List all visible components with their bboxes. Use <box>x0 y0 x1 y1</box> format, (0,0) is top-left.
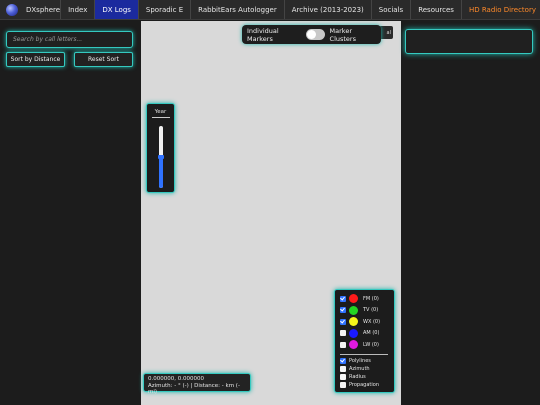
year-slider[interactable] <box>158 126 164 188</box>
tab-socials[interactable]: Socials <box>370 0 410 19</box>
legend-band-label: TV (0) <box>363 307 379 314</box>
tab-archive[interactable]: Archive (2013-2023) <box>283 0 371 19</box>
info-panel <box>405 29 533 54</box>
tab-rabbitears-autologger[interactable]: RabbitEars Autologger <box>190 0 284 19</box>
legend-band-checkbox[interactable] <box>340 330 346 337</box>
brand-name: DXsphere <box>26 5 61 14</box>
legend-band-row: LW (0) <box>340 339 389 351</box>
legend-band-row: WX (0) <box>340 316 389 328</box>
hidden-button-edge[interactable]: al <box>379 26 393 39</box>
legend-option-row: Propagation <box>340 381 389 389</box>
top-nav: DXsphere Index DX Logs Sporadic E Rabbit… <box>0 0 540 20</box>
legend-band-label: WX (0) <box>363 318 381 325</box>
legend-color-dot <box>349 328 358 338</box>
globe-icon <box>6 3 18 16</box>
marker-clusters-label: Marker Clusters <box>329 26 356 43</box>
legend-band-checkbox[interactable] <box>340 318 346 325</box>
legend-option-checkbox[interactable] <box>340 365 346 372</box>
legend-band-label: LW (0) <box>363 341 379 348</box>
legend-band-row: TV (0) <box>340 305 389 317</box>
year-slider-thumb[interactable] <box>158 155 164 159</box>
legend-option-checkbox[interactable] <box>340 373 346 380</box>
legend-band-row: FM (0) <box>340 293 389 305</box>
legend-band-checkbox[interactable] <box>340 341 346 348</box>
individual-markers-label: Individual Markers <box>247 26 279 43</box>
legend-color-dot <box>349 340 358 350</box>
azimuth-distance-text: Azimuth: - ° (-) | Distance: - km (- mi) <box>148 382 240 396</box>
legend-band-label: FM (0) <box>363 295 379 302</box>
legend-divider <box>340 353 388 355</box>
year-divider <box>151 117 170 118</box>
tab-sporadic-e[interactable]: Sporadic E <box>137 0 190 19</box>
legend-band-checkbox[interactable] <box>340 307 346 314</box>
legend-option-checkbox[interactable] <box>340 381 346 388</box>
legend-color-dot <box>349 305 358 315</box>
marker-mode-switch[interactable] <box>306 29 325 40</box>
legend-band-row: AM (0) <box>340 328 389 340</box>
legend-option-label: Radius <box>349 373 366 380</box>
map-area[interactable]: al Individual Markers Marker Clusters Ye… <box>141 21 401 405</box>
legend-band-checkbox[interactable] <box>340 295 346 302</box>
tab-hd-radio-directory[interactable]: HD Radio Directory <box>460 0 540 19</box>
legend-band-label: AM (0) <box>363 330 380 337</box>
brand[interactable]: DXsphere <box>0 0 60 19</box>
year-label: Year <box>154 109 167 115</box>
legend-option-label: Propagation <box>349 381 379 388</box>
legend-panel: FM (0) TV (0) WX (0) AM (0) LW (0) Polylines… <box>334 289 395 393</box>
right-sidebar <box>401 21 540 405</box>
reset-sort-button[interactable]: Reset Sort <box>74 52 133 67</box>
legend-option-label: Polylines <box>349 357 371 364</box>
legend-color-dot <box>349 317 358 327</box>
search-input[interactable]: Search by call letters... <box>6 31 133 48</box>
coordinates-readout: 0.000000, 0.000000 Azimuth: - ° (-) | Di… <box>143 373 251 395</box>
tab-dx-logs[interactable]: DX Logs <box>94 0 138 19</box>
legend-color-dot <box>349 294 358 304</box>
legend-option-checkbox[interactable] <box>340 357 346 364</box>
year-panel: Year <box>146 103 175 193</box>
legend-option-row: Azimuth <box>340 365 389 373</box>
legend-option-label: Azimuth <box>349 365 370 372</box>
left-sidebar: Search by call letters... Sort by Distan… <box>0 21 141 405</box>
year-slider-fill <box>159 157 163 188</box>
tab-hd-radio-label: HD Radio Directory <box>468 5 536 14</box>
sort-by-distance-button[interactable]: Sort by Distance <box>6 52 65 67</box>
tab-index[interactable]: Index <box>60 0 94 19</box>
legend-option-row: Polylines <box>340 357 389 365</box>
tab-resources[interactable]: Resources <box>410 0 461 19</box>
legend-option-row: Radius <box>340 373 389 381</box>
marker-mode-toggle: Individual Markers Marker Clusters <box>242 25 381 44</box>
